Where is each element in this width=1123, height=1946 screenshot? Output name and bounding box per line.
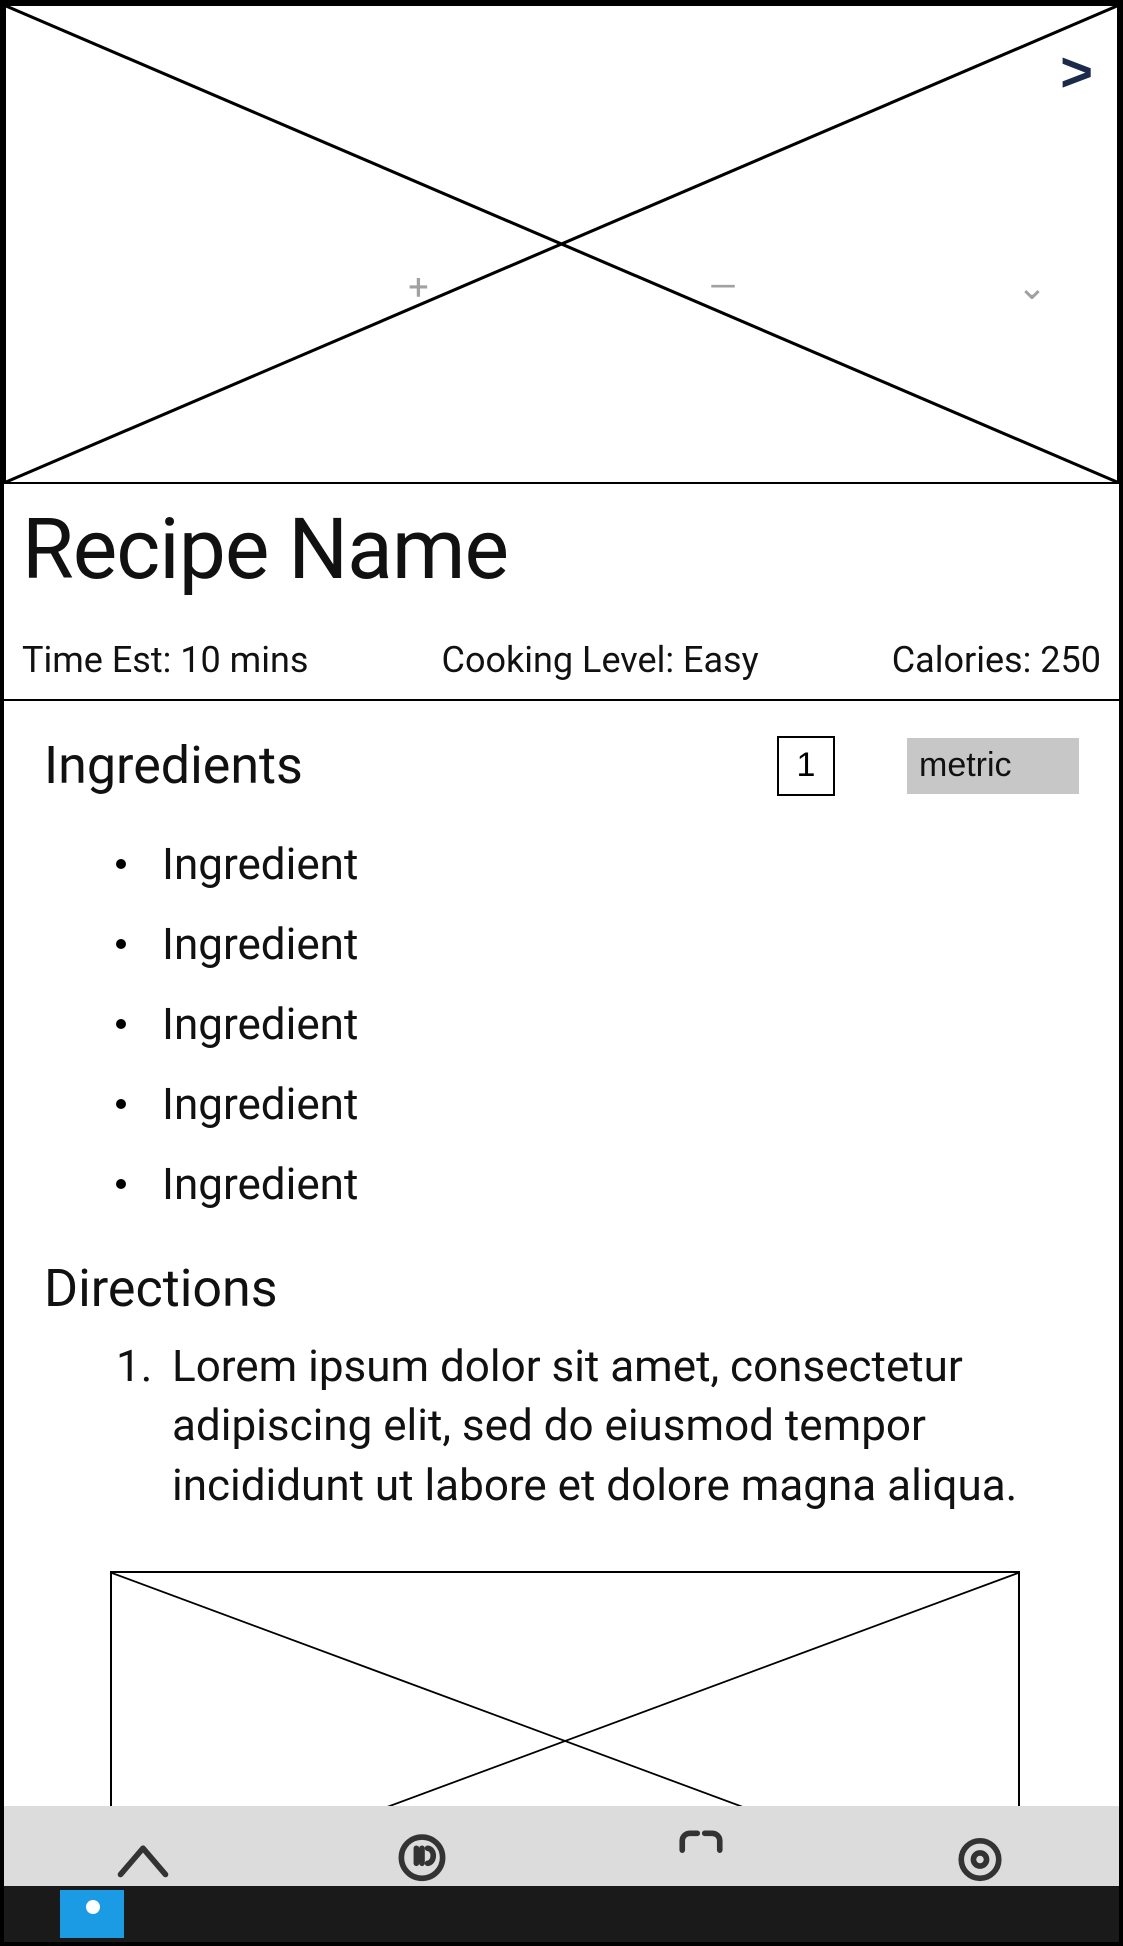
step-image-placeholder bbox=[110, 1571, 1020, 1806]
servings-input[interactable] bbox=[777, 736, 835, 796]
recipe-title: Recipe Name bbox=[22, 500, 1101, 599]
title-block: Recipe Name bbox=[4, 484, 1119, 611]
bullet-icon bbox=[116, 1099, 126, 1109]
home-icon[interactable] bbox=[111, 1820, 175, 1884]
ingredients-heading: Ingredients bbox=[44, 735, 705, 796]
ingredient-item: Ingredient bbox=[116, 824, 1079, 904]
direction-step: 1.Lorem ipsum dolor sit amet, consectetu… bbox=[116, 1337, 1079, 1515]
directions-heading: Directions bbox=[44, 1224, 1079, 1337]
cooking-level: Cooking Level: Easy bbox=[442, 639, 759, 681]
recipes-icon[interactable] bbox=[390, 1820, 454, 1884]
location-icon[interactable] bbox=[948, 1820, 1012, 1884]
ingredient-label: Ingredient bbox=[162, 1158, 358, 1210]
ingredients-list: Ingredient Ingredient Ingredient Ingredient… bbox=[44, 796, 1079, 1224]
bullet-icon bbox=[116, 939, 126, 949]
hero-faint-controls: + — ⌄ bbox=[6, 266, 1117, 308]
step-number: 1. bbox=[116, 1337, 172, 1515]
time-estimate: Time Est: 10 mins bbox=[22, 639, 308, 681]
ingredients-header-row: Ingredients metric bbox=[44, 735, 1079, 796]
bullet-icon bbox=[116, 1019, 126, 1029]
step-text: Lorem ipsum dolor sit amet, consectetur … bbox=[172, 1337, 1052, 1515]
ingredient-item: Ingredient bbox=[116, 1064, 1079, 1144]
ingredient-label: Ingredient bbox=[162, 1078, 358, 1130]
next-image-button[interactable]: > bbox=[1060, 44, 1093, 100]
taskbar-app-icon[interactable] bbox=[60, 1890, 124, 1938]
placeholder-x-icon bbox=[112, 1573, 1018, 1806]
ingredient-label: Ingredient bbox=[162, 998, 358, 1050]
bottom-nav bbox=[4, 1806, 1119, 1886]
meta-row: Time Est: 10 mins Cooking Level: Easy Ca… bbox=[4, 611, 1119, 699]
calories: Calories: 250 bbox=[892, 639, 1101, 681]
ingredient-item: Ingredient bbox=[116, 904, 1079, 984]
ingredient-item: Ingredient bbox=[116, 984, 1079, 1064]
ingredient-label: Ingredient bbox=[162, 838, 358, 890]
plus-icon[interactable]: + bbox=[408, 266, 428, 308]
app-frame: + — ⌄ > Recipe Name Time Est: 10 mins Co… bbox=[0, 0, 1123, 1946]
bullet-icon bbox=[116, 1179, 126, 1189]
bullet-icon bbox=[116, 859, 126, 869]
chevron-down-icon[interactable]: ⌄ bbox=[1017, 266, 1047, 308]
ingredient-item: Ingredient bbox=[116, 1144, 1079, 1224]
minus-icon[interactable]: — bbox=[709, 266, 737, 308]
os-taskbar bbox=[4, 1886, 1119, 1942]
scan-icon[interactable] bbox=[669, 1820, 733, 1884]
directions-list: 1.Lorem ipsum dolor sit amet, consectetu… bbox=[44, 1337, 1079, 1515]
hero-image-placeholder: + — ⌄ > bbox=[4, 4, 1119, 484]
unit-toggle[interactable]: metric bbox=[907, 738, 1079, 794]
scroll-content: + — ⌄ > Recipe Name Time Est: 10 mins Co… bbox=[4, 4, 1119, 1806]
ingredients-section: Ingredients metric IngredientIngredientI… bbox=[4, 701, 1119, 1806]
placeholder-x-icon bbox=[6, 6, 1117, 482]
ingredient-label: Ingredient bbox=[162, 918, 358, 970]
